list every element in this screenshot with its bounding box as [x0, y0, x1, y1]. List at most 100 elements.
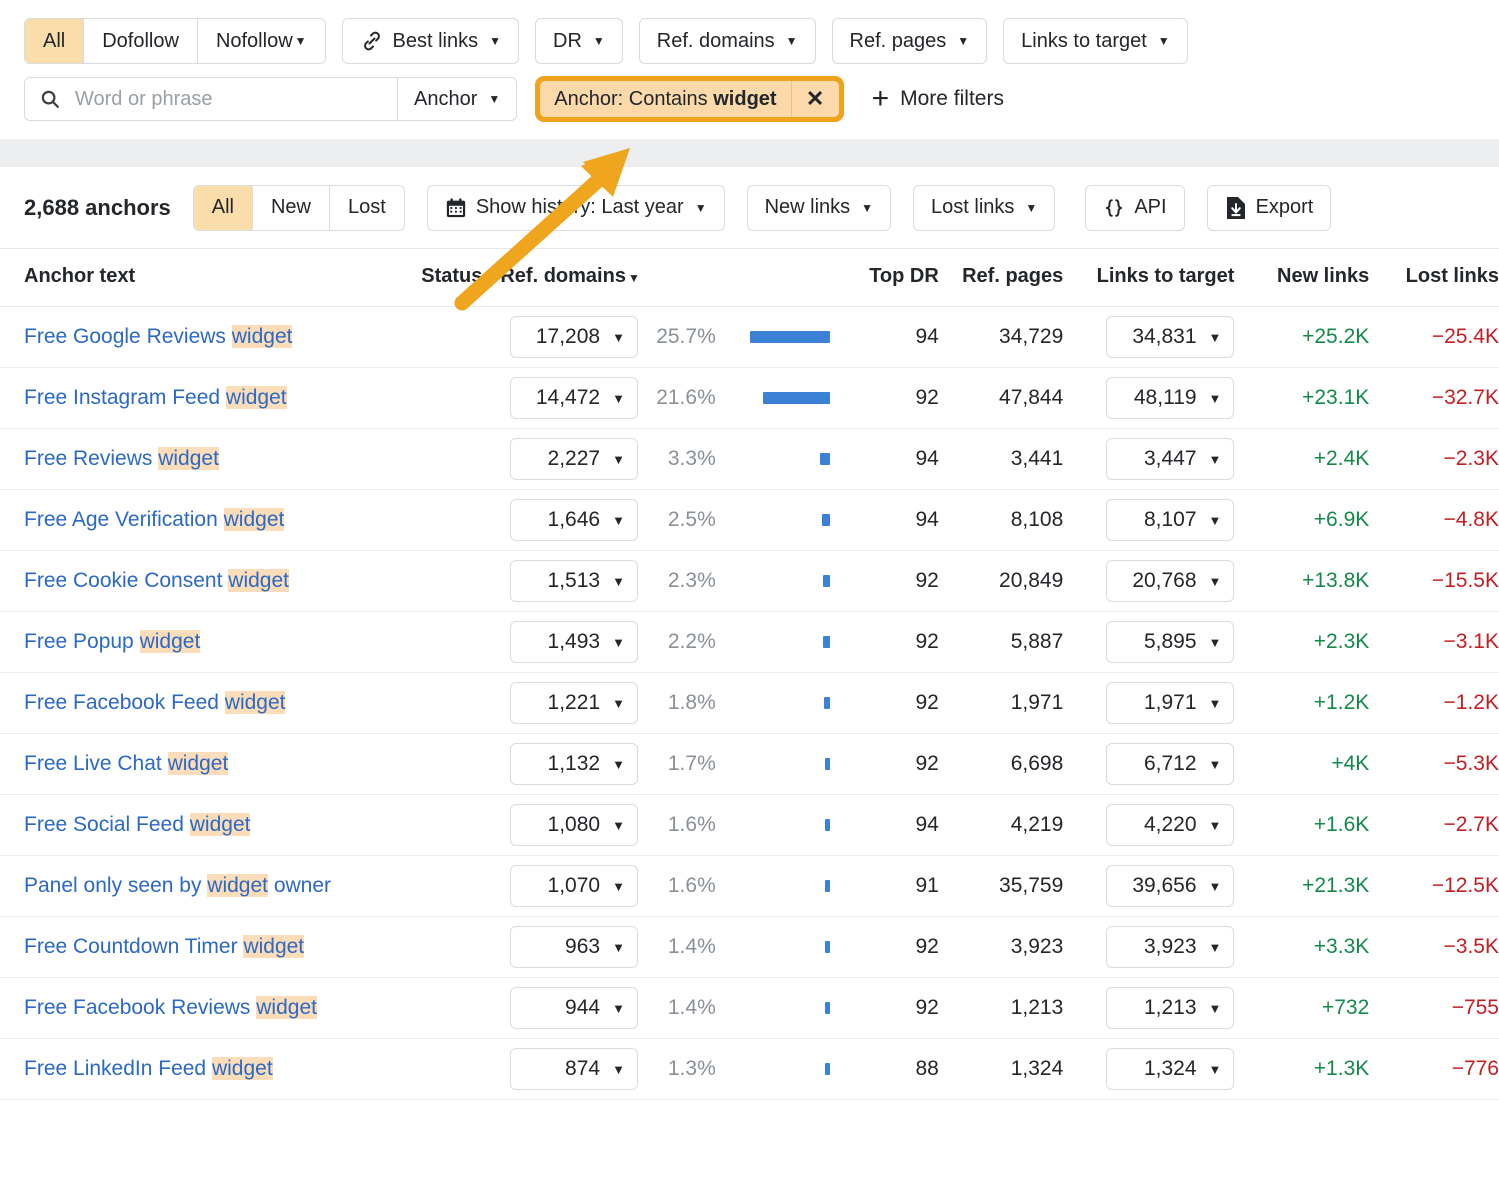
ref-domains-filter-button[interactable]: Ref. domains ▼	[639, 18, 816, 64]
anchor-text-link[interactable]: Free LinkedIn Feed widget	[0, 1054, 368, 1084]
table-row[interactable]: Panel only seen by widget owner1,070▼1.6…	[0, 856, 1499, 917]
follow-type-segmented-control[interactable]: All Dofollow Nofollow ▼	[24, 18, 326, 64]
links-to-target-stepper[interactable]: 1,971▼	[1106, 682, 1234, 724]
ref-domains-stepper[interactable]: 1,221▼	[510, 682, 638, 724]
table-row[interactable]: Free Cookie Consent widget1,513▼2.3%9220…	[0, 551, 1499, 612]
filter-tab-all[interactable]: All	[25, 19, 84, 63]
share-bar	[823, 636, 830, 648]
filter-tab-nofollow[interactable]: Nofollow ▼	[198, 19, 325, 63]
column-header-status[interactable]: Status	[368, 249, 482, 307]
cell-top-dr: 92	[830, 368, 939, 429]
anchor-text-link[interactable]: Free Cookie Consent widget	[0, 566, 368, 596]
ref-domains-stepper[interactable]: 1,513▼	[510, 560, 638, 602]
table-row[interactable]: Free LinkedIn Feed widget874▼1.3%881,324…	[0, 1039, 1499, 1100]
ref-domains-value: 17,208	[525, 325, 600, 349]
export-button[interactable]: Export	[1207, 185, 1332, 231]
table-row[interactable]: Free Age Verification widget1,646▼2.5%94…	[0, 490, 1499, 551]
anchor-text-link[interactable]: Free Age Verification widget	[0, 505, 368, 535]
status-tab-new[interactable]: New	[253, 186, 330, 230]
anchor-text-link[interactable]: Free Instagram Feed widget	[0, 383, 368, 413]
table-row[interactable]: Free Live Chat widget1,132▼1.7%926,6986,…	[0, 734, 1499, 795]
column-header-anchor-text[interactable]: Anchor text	[0, 249, 368, 307]
table-row[interactable]: Free Social Feed widget1,080▼1.6%944,219…	[0, 795, 1499, 856]
column-header-top-dr[interactable]: Top DR	[830, 249, 939, 307]
links-to-target-stepper[interactable]: 20,768▼	[1106, 560, 1234, 602]
table-row[interactable]: Free Instagram Feed widget14,472▼21.6%92…	[0, 368, 1499, 429]
anchor-text-link[interactable]: Panel only seen by widget owner	[0, 871, 368, 901]
status-tab-all[interactable]: All	[194, 186, 253, 230]
new-links-filter-button[interactable]: New links ▼	[747, 185, 891, 231]
anchor-text-link[interactable]: Free Facebook Feed widget	[0, 688, 368, 718]
best-links-filter-button[interactable]: Best links ▼	[342, 18, 519, 64]
column-header-lost-links[interactable]: Lost links	[1369, 249, 1499, 307]
lost-links-filter-button[interactable]: Lost links ▼	[913, 185, 1055, 231]
links-to-target-stepper[interactable]: 5,895▼	[1106, 621, 1234, 663]
links-to-target-stepper[interactable]: 6,712▼	[1106, 743, 1234, 785]
anchor-text-link[interactable]: Free Google Reviews widget	[0, 322, 368, 352]
ref-pages-filter-button[interactable]: Ref. pages ▼	[832, 18, 988, 64]
anchor-text-link[interactable]: Free Popup widget	[0, 627, 368, 657]
ref-domains-stepper[interactable]: 2,227▼	[510, 438, 638, 480]
close-icon[interactable]: ✕	[791, 81, 839, 117]
status-segmented-control[interactable]: All New Lost	[193, 185, 405, 231]
links-to-target-stepper[interactable]: 3,923▼	[1106, 926, 1234, 968]
search-scope-select[interactable]: Anchor ▼	[397, 78, 516, 120]
table-row[interactable]: Free Google Reviews widget17,208▼25.7%94…	[0, 307, 1499, 368]
links-to-target-stepper[interactable]: 3,447▼	[1106, 438, 1234, 480]
table-row[interactable]: Free Facebook Feed widget1,221▼1.8%921,9…	[0, 673, 1499, 734]
ref-domains-stepper[interactable]: 17,208▼	[510, 316, 638, 358]
active-filter-chip[interactable]: Anchor: Contains widget ✕	[540, 81, 838, 117]
filter-row-primary: All Dofollow Nofollow ▼ Best links ▼ DR …	[24, 18, 1475, 64]
cell-status	[368, 612, 482, 673]
anchor-text-link[interactable]: Free Reviews widget	[0, 444, 368, 474]
more-filters-button[interactable]: + More filters	[872, 84, 1004, 114]
show-history-button[interactable]: Show history: Last year ▼	[427, 185, 725, 231]
links-to-target-stepper[interactable]: 1,324▼	[1106, 1048, 1234, 1090]
table-body: Free Google Reviews widget17,208▼25.7%94…	[0, 307, 1499, 1100]
links-to-target-value: 5,895	[1121, 630, 1196, 654]
results-toolbar: 2,688 anchors All New Lost Show history:…	[0, 167, 1499, 249]
dr-filter-button[interactable]: DR ▼	[535, 18, 623, 64]
anchor-text-link[interactable]: Free Countdown Timer widget	[0, 932, 368, 962]
links-to-target-stepper[interactable]: 8,107▼	[1106, 499, 1234, 541]
cell-lost-links: −5.3K	[1369, 734, 1499, 795]
cell-ref-domains: 944▼	[482, 978, 638, 1039]
api-button[interactable]: API	[1085, 185, 1184, 231]
column-header-ref-domains[interactable]: Ref. domains▼	[482, 249, 830, 307]
column-header-ref-domains-label: Ref. domains	[500, 265, 626, 287]
ref-domains-stepper[interactable]: 874▼	[510, 1048, 638, 1090]
ref-domains-stepper[interactable]: 1,132▼	[510, 743, 638, 785]
links-to-target-value: 1,971	[1121, 691, 1196, 715]
column-header-new-links[interactable]: New links	[1234, 249, 1369, 307]
table-row[interactable]: Free Popup widget1,493▼2.2%925,8875,895▼…	[0, 612, 1499, 673]
filter-tab-dofollow[interactable]: Dofollow	[84, 19, 198, 63]
status-tab-lost[interactable]: Lost	[330, 186, 404, 230]
share-bar	[825, 880, 830, 892]
links-to-target-stepper[interactable]: 34,831▼	[1106, 316, 1234, 358]
table-row[interactable]: Free Facebook Reviews widget944▼1.4%921,…	[0, 978, 1499, 1039]
column-header-links-to-target[interactable]: Links to target	[1063, 249, 1234, 307]
anchor-text-prefix: Free Facebook Feed	[24, 691, 225, 714]
anchor-text-link[interactable]: Free Social Feed widget	[0, 810, 368, 840]
links-to-target-filter-button[interactable]: Links to target ▼	[1003, 18, 1188, 64]
cell-lost-links: −755	[1369, 978, 1499, 1039]
ref-domains-stepper[interactable]: 944▼	[510, 987, 638, 1029]
ref-domains-stepper[interactable]: 1,080▼	[510, 804, 638, 846]
chevron-down-icon: ▼	[1209, 879, 1222, 894]
anchor-text-link[interactable]: Free Live Chat widget	[0, 749, 368, 779]
links-to-target-stepper[interactable]: 39,656▼	[1106, 865, 1234, 907]
ref-domains-stepper[interactable]: 14,472▼	[510, 377, 638, 419]
ref-domains-stepper[interactable]: 963▼	[510, 926, 638, 968]
links-to-target-stepper[interactable]: 48,119▼	[1106, 377, 1234, 419]
links-to-target-stepper[interactable]: 1,213▼	[1106, 987, 1234, 1029]
ref-domains-stepper[interactable]: 1,646▼	[510, 499, 638, 541]
search-box[interactable]	[25, 78, 397, 120]
ref-domains-stepper[interactable]: 1,070▼	[510, 865, 638, 907]
table-row[interactable]: Free Countdown Timer widget963▼1.4%923,9…	[0, 917, 1499, 978]
links-to-target-stepper[interactable]: 4,220▼	[1106, 804, 1234, 846]
anchor-text-link[interactable]: Free Facebook Reviews widget	[0, 993, 368, 1023]
table-row[interactable]: Free Reviews widget2,227▼3.3%943,4413,44…	[0, 429, 1499, 490]
search-input[interactable]	[73, 87, 383, 112]
ref-domains-stepper[interactable]: 1,493▼	[510, 621, 638, 663]
column-header-ref-pages[interactable]: Ref. pages	[939, 249, 1063, 307]
